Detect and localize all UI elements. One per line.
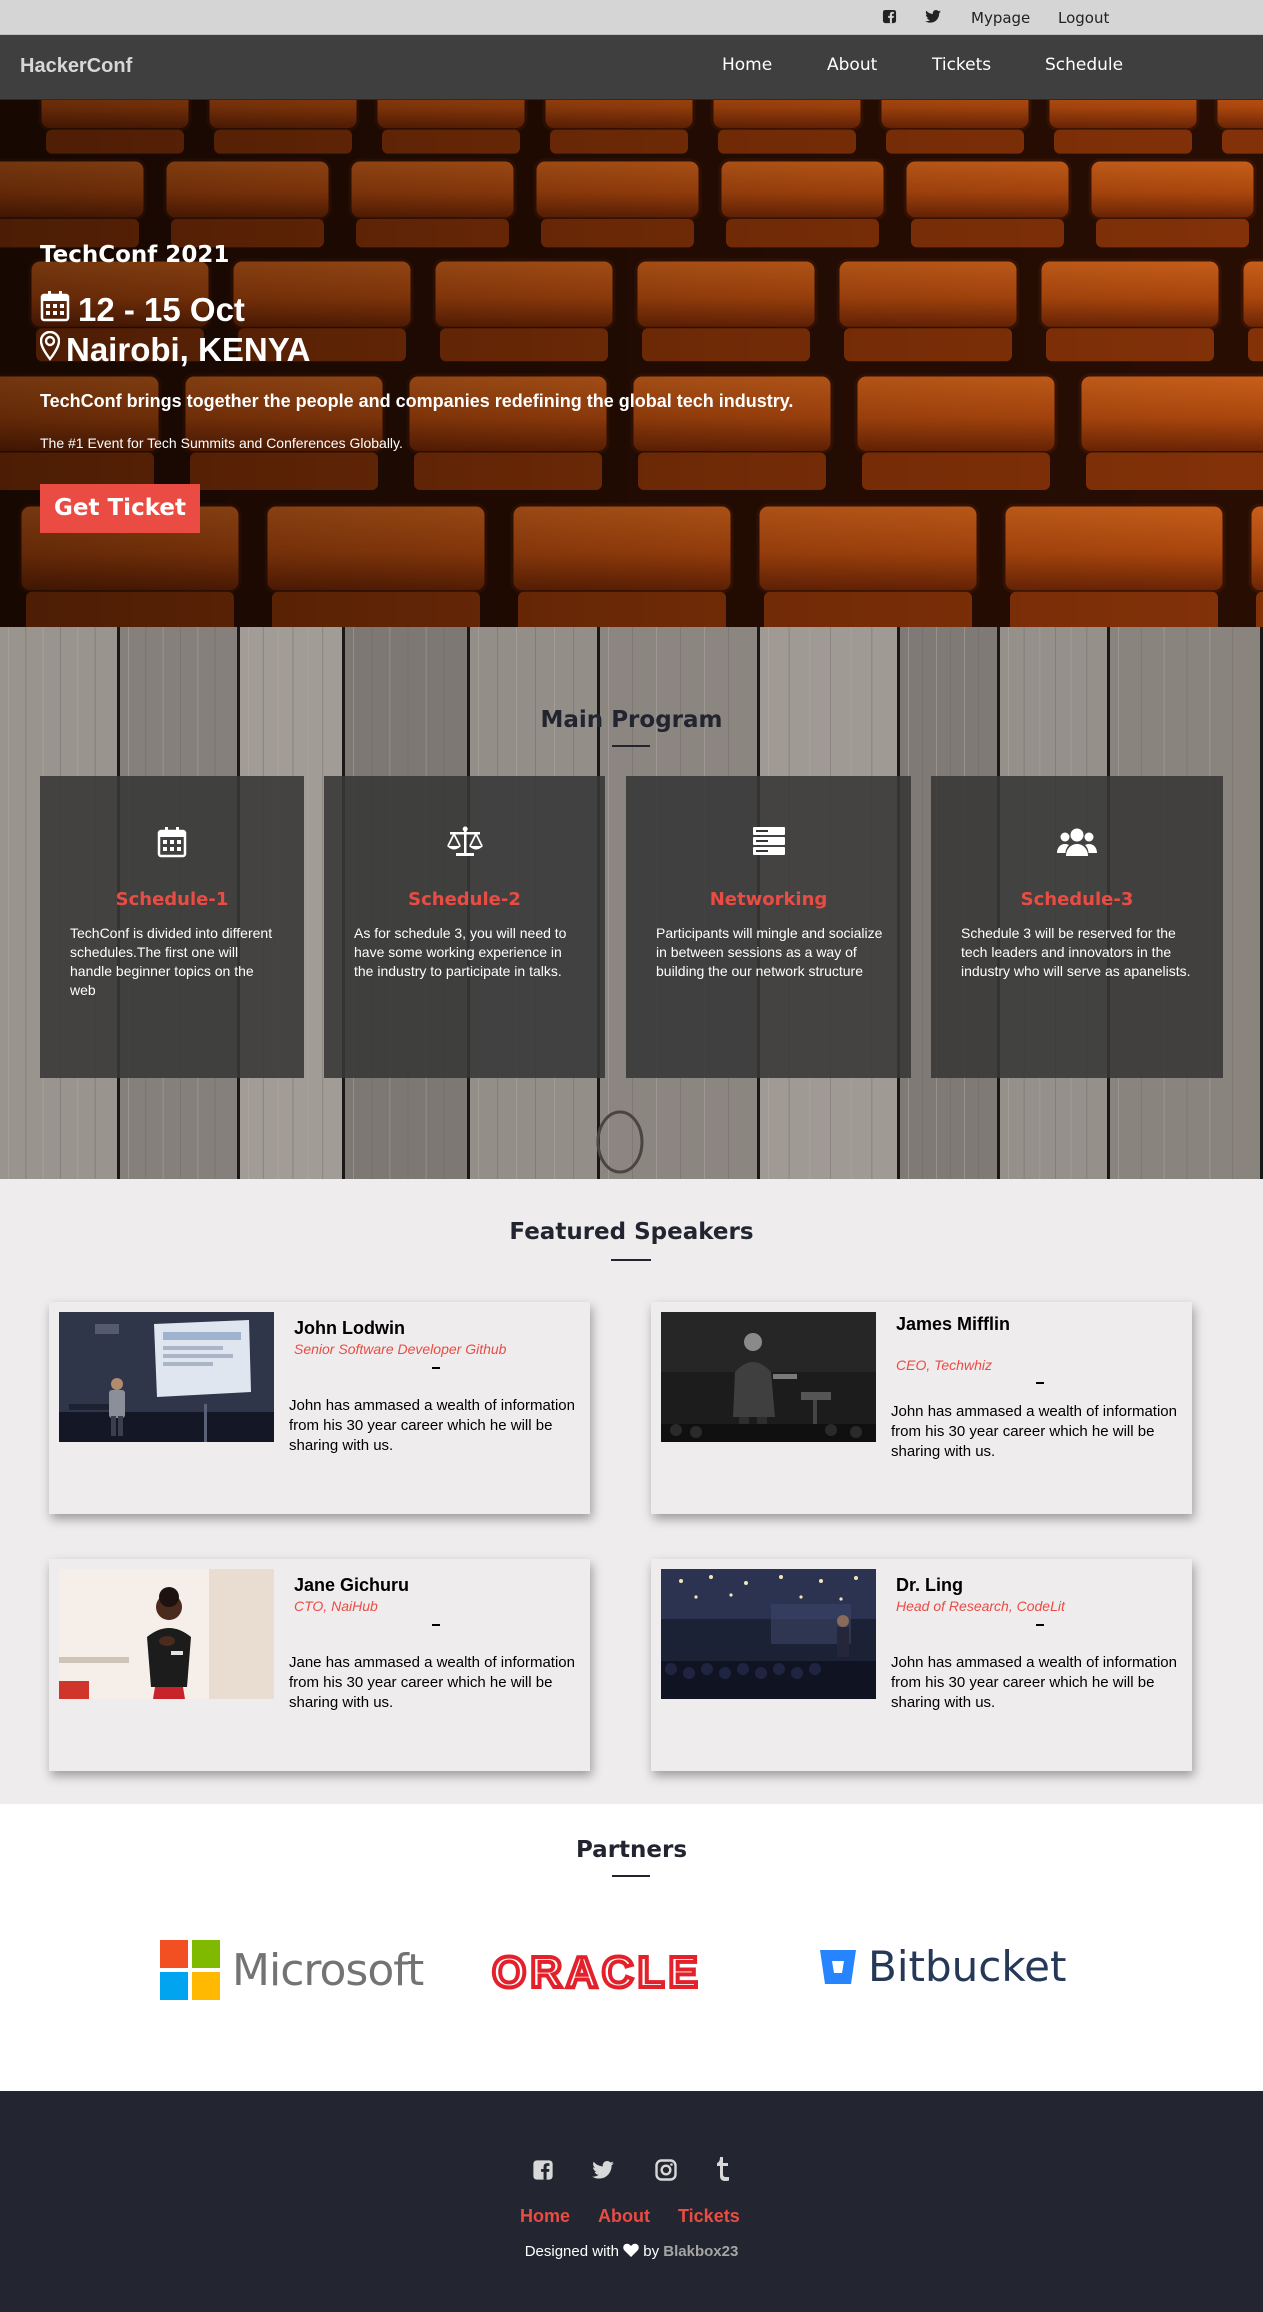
card-text: Schedule 3 will be reserved for the tech… [961,925,1191,979]
event-date-text: 12 - 15 Oct [78,291,245,328]
footer-link-tickets[interactable]: Tickets [678,2206,740,2227]
oracle-wordmark: ORACLE [490,1946,702,1999]
event-location: Nairobi, KENYA [39,330,311,369]
partners-section: Partners Microsoft ORACLE Bitbucket [0,1804,1263,2091]
main-program-title: Main Program [540,707,723,733]
users-icon [931,826,1223,858]
speaker-card-dr-ling: Dr. Ling Head of Research, CodeLit John … [651,1559,1192,1771]
mypage-link[interactable]: Mypage [971,9,1030,27]
hero-tagline: TechConf brings together the people and … [40,391,794,411]
speaker-card-john-lodwin: John Lodwin Senior Software Developer Gi… [49,1302,590,1514]
featured-speakers-title: Featured Speakers [509,1219,754,1245]
title-underline [612,745,650,747]
speaker-bio: John has ammased a wealth of information… [891,1654,1177,1711]
bitbucket-logo[interactable]: Bitbucket [818,1942,1066,1991]
event-location-text: Nairobi, KENYA [66,331,311,368]
featured-speakers-section: Featured Speakers John Lodwin Senior Sof… [0,1179,1263,1804]
oracle-logo[interactable]: ORACLE [490,1946,702,1999]
logout-link[interactable]: Logout [1058,9,1109,27]
card-title: Schedule-1 [115,889,229,910]
speaker-role: CEO, Techwhiz [896,1357,992,1373]
balance-scale-icon [324,826,605,858]
speaker-divider [432,1367,440,1369]
card-text: As for schedule 3, you will need to have… [354,925,567,979]
footer-link-about[interactable]: About [598,2206,650,2227]
hero-subtitle: The #1 Event for Tech Summits and Confer… [40,435,403,451]
calendar-icon [40,826,304,858]
speaker-photo [59,1569,274,1699]
server-icon [626,826,911,856]
speaker-bio: John has ammased a wealth of information… [891,1403,1177,1460]
speaker-name: John Lodwin [294,1318,405,1338]
nav-home[interactable]: Home [722,55,772,75]
speaker-divider [1036,1624,1044,1626]
hero-section: TechConf 2021 12 - 15 Oct Nairobi, KENYA… [0,100,1263,627]
speaker-name: James Mifflin [896,1314,1011,1334]
main-navbar: HackerConf Home About Tickets Schedule [0,35,1263,100]
speaker-card-james-mifflin: James Mifflin CEO, Techwhiz John has amm… [651,1302,1192,1514]
credit-by: by [643,2243,660,2260]
twitter-icon[interactable] [592,2161,614,2184]
partners-title: Partners [575,1837,688,1863]
map-marker-icon [39,330,61,369]
speaker-photo [661,1312,876,1442]
speaker-divider [1036,1382,1044,1384]
credit-prefix: Designed with [524,2243,619,2260]
speaker-bio: John has ammased a wealth of information… [289,1397,575,1454]
speaker-name: Dr. Ling [896,1575,963,1595]
speaker-role: CTO, NaiHub [294,1598,378,1614]
tumblr-icon[interactable] [716,2157,730,2186]
program-card-schedule-2: Schedule-2 As for schedule 3, you will n… [324,776,605,1078]
program-card-networking: Networking Participants will mingle and … [626,776,911,1078]
card-title: Schedule-2 [408,889,521,910]
instagram-icon[interactable] [655,2159,677,2186]
nav-schedule[interactable]: Schedule [1045,55,1123,75]
card-title: Schedule-3 [1020,889,1134,910]
speaker-bio: Jane has ammased a wealth of information… [289,1654,575,1711]
facebook-icon[interactable] [882,9,897,24]
get-ticket-button[interactable]: Get Ticket [40,484,200,533]
main-program-section: Main Program Schedule-1 TechConf is divi… [0,627,1263,1179]
title-underline [611,1259,651,1261]
microsoft-wordmark: Microsoft [232,1944,424,1996]
title-underline [612,1875,650,1877]
speaker-divider [432,1624,440,1626]
speaker-name: Jane Gichuru [294,1575,410,1595]
speaker-role: Head of Research, CodeLit [896,1598,1065,1614]
program-card-schedule-3: Schedule-3 Schedule 3 will be reserved f… [931,776,1223,1078]
footer-credit: Designed with by Blakbox23 [0,2243,1263,2260]
microsoft-logo[interactable]: Microsoft [160,1940,424,2000]
card-title: Networking [709,889,828,910]
heart-icon [623,2243,639,2260]
card-text: TechConf is divided into different sched… [70,925,273,998]
program-card-schedule-1: Schedule-1 TechConf is divided into diff… [40,776,304,1078]
twitter-icon[interactable] [925,10,941,23]
speaker-photo [661,1569,876,1699]
footer-link-home[interactable]: Home [520,2206,570,2227]
credit-author-link[interactable]: Blakbox23 [663,2243,738,2260]
nav-tickets[interactable]: Tickets [932,55,991,75]
speaker-card-jane-gichuru: Jane Gichuru CTO, NaiHub Jane has ammase… [49,1559,590,1771]
calendar-icon [40,290,70,330]
bitbucket-wordmark: Bitbucket [868,1942,1067,1991]
event-name: TechConf 2021 [40,242,230,268]
speaker-photo [59,1312,274,1442]
brand-logo[interactable]: HackerConf [20,55,132,78]
bitbucket-bucket-icon [820,1949,856,1984]
site-footer: Home About Tickets Designed with by Blak… [0,2091,1263,2312]
speaker-role: Senior Software Developer Github [294,1341,507,1357]
nav-about[interactable]: About [827,55,877,75]
event-date: 12 - 15 Oct [40,290,245,330]
top-utility-bar: Mypage Logout [0,0,1263,35]
card-text: Participants will mingle and socialize i… [656,925,883,979]
facebook-icon[interactable] [532,2159,554,2186]
